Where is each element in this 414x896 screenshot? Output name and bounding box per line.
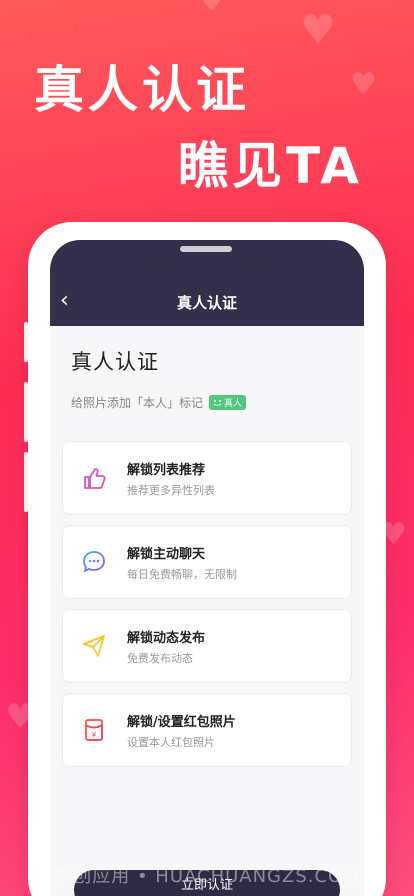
phone-notch — [150, 240, 264, 266]
phone-frame: ‹ 真人认证 真人认证 给照片添加「本人」标记 真人 解锁列表推荐 推荐更多异性… — [24, 222, 386, 896]
heart-icon: ♥ — [350, 67, 377, 102]
feature-title: 解锁主动聊天 — [127, 546, 206, 562]
hero-title-line-2: 瞧见TA — [178, 137, 363, 195]
feature-desc: 推荐更多异性列表 — [127, 483, 215, 497]
paper-plane-icon — [81, 633, 107, 659]
content: 真人认证 给照片添加「本人」标记 真人 解锁列表推荐 推荐更多异性列表 解锁主动… — [50, 326, 364, 767]
feature-title: 解锁动态发布 — [127, 630, 206, 646]
nav-bar: ‹ 真人认证 — [50, 240, 364, 326]
phone-side-button — [24, 382, 28, 442]
svg-text:¥: ¥ — [92, 731, 97, 739]
feature-list: 解锁列表推荐 推荐更多异性列表 解锁主动聊天 每日免费畅聊，无限制 解锁动态发布… — [62, 441, 352, 767]
feature-card-list-recommend[interactable]: 解锁列表推荐 推荐更多异性列表 — [62, 441, 352, 515]
feature-desc: 每日免费畅聊，无限制 — [127, 567, 237, 581]
heart-icon: ♥ — [300, 7, 336, 53]
heart-icon: ♥ — [200, 0, 224, 18]
feature-card-red-envelope[interactable]: ¥ 解锁/设置红包照片 设置本人红包照片 — [62, 693, 352, 767]
red-envelope-icon: ¥ — [81, 717, 107, 743]
thumbs-up-icon — [81, 465, 107, 491]
chat-bubble-icon — [81, 549, 107, 575]
feature-card-post[interactable]: 解锁动态发布 免费发布动态 — [62, 609, 352, 683]
feature-title: 解锁列表推荐 — [127, 462, 206, 478]
verified-tag: 真人 — [209, 395, 247, 410]
smile-icon — [213, 399, 222, 406]
feature-card-chat[interactable]: 解锁主动聊天 每日免费畅聊，无限制 — [62, 525, 352, 599]
feature-desc: 免费发布动态 — [127, 651, 193, 665]
phone-screen: ‹ 真人认证 真人认证 给照片添加「本人」标记 真人 解锁列表推荐 推荐更多异性… — [50, 240, 364, 896]
subtitle-row: 给照片添加「本人」标记 真人 — [62, 394, 352, 411]
verified-tag-label: 真人 — [224, 399, 243, 409]
watermark: 华创应用 • HUACHUANGZS.COM — [54, 866, 360, 887]
phone-side-button — [24, 322, 28, 362]
subtitle: 给照片添加「本人」标记 — [71, 396, 204, 410]
feature-desc: 设置本人红包照片 — [127, 735, 215, 749]
hero-title-line-1: 真人认证 — [34, 61, 250, 119]
nav-title: 真人认证 — [176, 294, 237, 312]
phone-speaker — [180, 246, 232, 252]
feature-title: 解锁/设置红包照片 — [127, 714, 236, 730]
phone-side-button — [24, 452, 28, 512]
page-title: 真人认证 — [71, 350, 159, 374]
